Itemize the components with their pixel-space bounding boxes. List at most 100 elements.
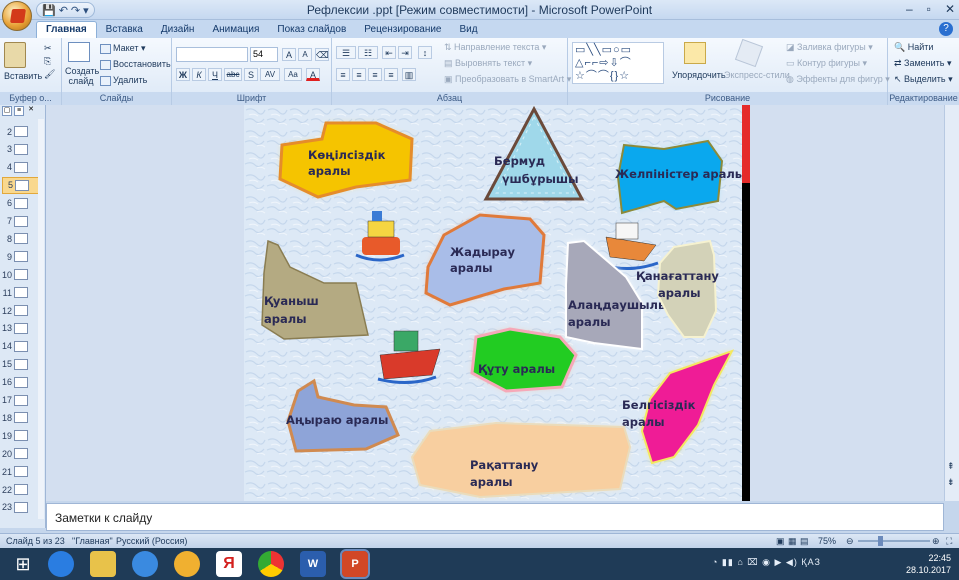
- sorter-view-icon[interactable]: ▦: [788, 536, 797, 547]
- system-tray[interactable]: ◔ ▮▮ ⌂ ⌧ ◉ ▶ ◀) ҚАЗ: [712, 557, 821, 568]
- quick-styles-button[interactable]: Экспресс-стили: [724, 70, 790, 80]
- slide-number: 3: [6, 144, 12, 155]
- normal-view-icon[interactable]: ▣: [776, 536, 785, 547]
- island-label-happiness-2: аралы: [264, 312, 307, 326]
- zoom-in-icon[interactable]: ⊕: [932, 536, 940, 547]
- char-spacing-button[interactable]: AV: [260, 68, 280, 81]
- bullets-icon[interactable]: ☰: [336, 46, 356, 59]
- replace-label: Заменить: [904, 58, 945, 68]
- tab-view[interactable]: Вид: [451, 22, 487, 38]
- tab-home[interactable]: Главная: [36, 21, 97, 38]
- red-side-bar: [742, 105, 750, 183]
- font-name-input[interactable]: [176, 47, 248, 62]
- change-case-button[interactable]: Aa: [284, 68, 302, 81]
- align-text-button[interactable]: ▤ Выровнять текст ▾: [444, 58, 532, 69]
- clear-format-icon[interactable]: ⌫: [315, 48, 329, 61]
- shadow-button[interactable]: S: [244, 68, 258, 81]
- justify-icon[interactable]: ≡: [384, 68, 398, 81]
- font-group: 54 A A ⌫ Ж К Ч abc S AV Aa A Шрифт: [172, 38, 332, 105]
- tab-insert[interactable]: Вставка: [97, 22, 152, 38]
- player-icon[interactable]: [132, 551, 158, 577]
- fit-slide-icon[interactable]: ⛶: [946, 536, 952, 547]
- office-button[interactable]: [2, 1, 32, 31]
- outline-tab-icon[interactable]: ≡: [14, 106, 24, 116]
- shapes-gallery[interactable]: ▭╲╲▭○▭ △⌐⌐⇨⇩⌒ ☆⌒⌒{}☆: [572, 42, 664, 84]
- font-size-input[interactable]: 54: [250, 47, 278, 62]
- new-slide-icon[interactable]: [68, 42, 90, 62]
- help-icon[interactable]: ?: [939, 22, 953, 36]
- tab-review[interactable]: Рецензирование: [355, 22, 450, 38]
- start-icon[interactable]: ⊞: [10, 551, 36, 577]
- text-direction-button[interactable]: ⇅ Направление текста ▾: [444, 42, 546, 53]
- clock[interactable]: 22:45 28.10.2017: [906, 552, 951, 576]
- numbering-icon[interactable]: ☷: [358, 46, 378, 59]
- slides-tab-icon[interactable]: ▢: [2, 106, 12, 116]
- tab-slideshow[interactable]: Показ слайдов: [268, 22, 355, 38]
- layout-button[interactable]: Макет ▾: [100, 43, 146, 54]
- align-left-icon[interactable]: ≡: [336, 68, 350, 81]
- word-icon[interactable]: W: [300, 551, 326, 577]
- decrease-indent-icon[interactable]: ⇤: [382, 46, 396, 59]
- prev-slide-icon[interactable]: ⇞: [947, 461, 955, 472]
- zoom-slider[interactable]: [858, 540, 930, 542]
- ie-icon[interactable]: [48, 551, 74, 577]
- select-button[interactable]: ↖ Выделить ▾: [894, 74, 953, 85]
- line-spacing-icon[interactable]: ↕: [418, 46, 432, 59]
- shape-fill-button[interactable]: ◪ Заливка фигуры ▾: [786, 42, 873, 53]
- yandex-icon[interactable]: Я: [216, 551, 242, 577]
- increase-indent-icon[interactable]: ⇥: [398, 46, 412, 59]
- tab-design[interactable]: Дизайн: [152, 22, 204, 38]
- slides-scrollbar[interactable]: [38, 119, 44, 519]
- arrange-button[interactable]: Упорядочить: [672, 70, 726, 80]
- columns-icon[interactable]: ▥: [402, 68, 416, 81]
- smartart-button[interactable]: ▣ Преобразовать в SmartArt ▾: [444, 74, 571, 85]
- slide-number: 10: [2, 269, 13, 280]
- underline-button[interactable]: Ч: [208, 68, 222, 81]
- close-pane-icon[interactable]: ✕: [26, 106, 36, 116]
- replace-button[interactable]: ⇄ Заменить ▾: [894, 58, 952, 69]
- shape-effects-button[interactable]: ◍ Эффекты для фигур ▾: [786, 74, 890, 85]
- language-indicator[interactable]: Русский (Россия): [116, 536, 187, 546]
- notes-pane[interactable]: Заметки к слайду: [46, 503, 944, 531]
- zoom-handle[interactable]: [878, 536, 883, 546]
- italic-button[interactable]: К: [192, 68, 206, 81]
- format-painter-icon[interactable]: 🖌: [44, 69, 55, 80]
- language-tray[interactable]: ҚАЗ: [801, 557, 821, 567]
- font-color-button[interactable]: A: [306, 68, 320, 81]
- paste-button[interactable]: Вставить: [4, 71, 42, 81]
- explorer-icon[interactable]: [90, 551, 116, 577]
- arrange-icon[interactable]: [684, 42, 706, 64]
- slide-preview-icon: [14, 233, 28, 245]
- zoom-level[interactable]: 75%: [818, 536, 836, 546]
- island-pleasure[interactable]: Рақаттану аралы: [410, 421, 632, 499]
- slides-label: Слайды: [62, 92, 171, 105]
- island-blessing[interactable]: Құту аралы: [470, 327, 578, 393]
- vertical-scrollbar[interactable]: ⇞ ⇟: [944, 105, 959, 501]
- shrink-font-button[interactable]: A: [298, 48, 312, 61]
- powerpoint-icon[interactable]: P: [340, 549, 370, 579]
- find-button[interactable]: 🔍 Найти: [894, 42, 933, 53]
- minimize-button[interactable]: –: [906, 2, 913, 16]
- paste-icon[interactable]: [4, 42, 26, 68]
- chrome-icon[interactable]: [258, 551, 284, 577]
- grow-font-button[interactable]: A: [282, 48, 296, 61]
- new-slide-button[interactable]: Создать слайд: [65, 66, 99, 86]
- align-right-icon[interactable]: ≡: [368, 68, 382, 81]
- zoom-out-icon[interactable]: ⊖: [846, 536, 854, 547]
- strikethrough-button[interactable]: abc: [224, 68, 242, 81]
- next-slide-icon[interactable]: ⇟: [947, 477, 955, 488]
- align-center-icon[interactable]: ≡: [352, 68, 366, 81]
- reset-button[interactable]: Восстановить: [100, 59, 171, 70]
- slideshow-view-icon[interactable]: ▤: [800, 536, 809, 547]
- bold-button[interactable]: Ж: [176, 68, 190, 81]
- tab-animation[interactable]: Анимация: [203, 22, 268, 38]
- maximize-button[interactable]: ▫: [927, 2, 931, 16]
- copy-icon[interactable]: ⎘: [44, 56, 51, 67]
- app-icon[interactable]: [174, 551, 200, 577]
- slide[interactable]: Көңілсіздік аралы Бермуд үшбұрышы Желпін…: [244, 105, 742, 501]
- close-button[interactable]: ✕: [945, 2, 955, 16]
- cut-icon[interactable]: ✂: [44, 43, 52, 54]
- shape-outline-button[interactable]: ▭ Контур фигуры ▾: [786, 58, 867, 69]
- quick-styles-icon[interactable]: [734, 38, 764, 68]
- delete-slide-button[interactable]: Удалить: [100, 75, 147, 86]
